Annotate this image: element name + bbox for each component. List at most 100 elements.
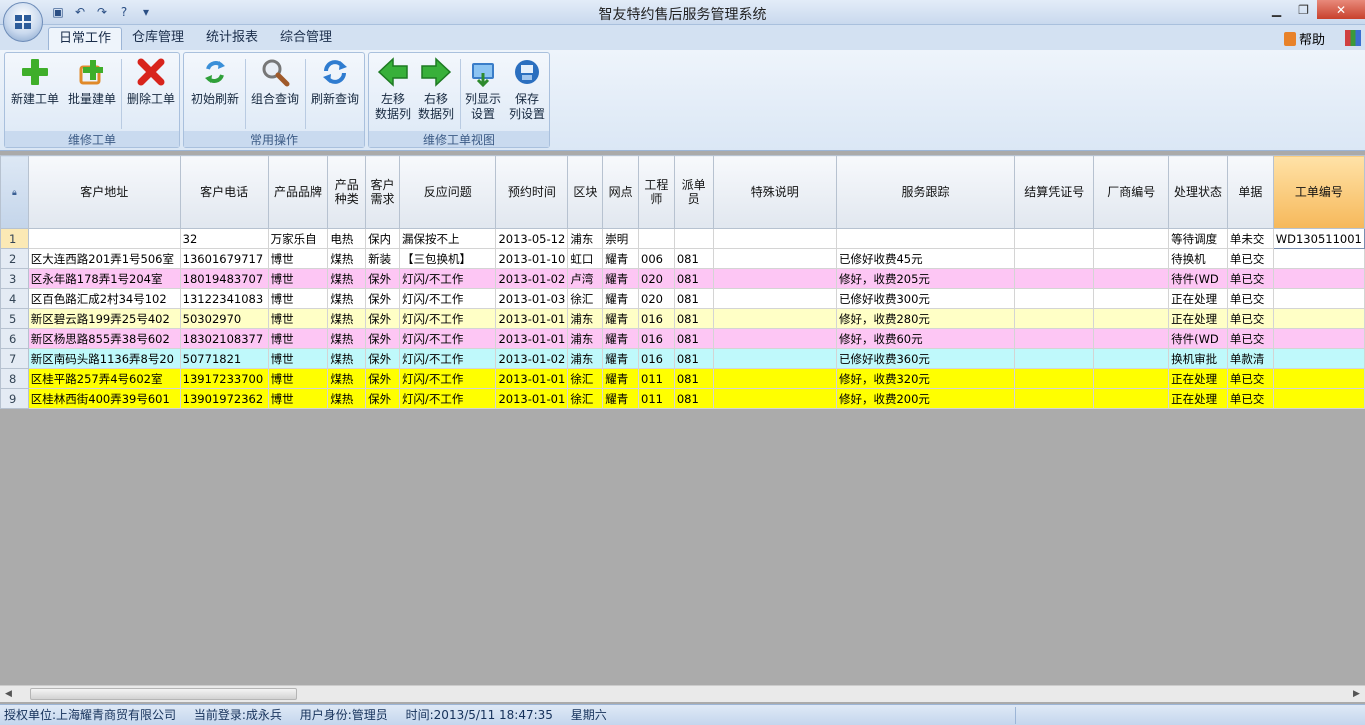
table-cell[interactable]: 13901972362 [179, 388, 269, 409]
row-number[interactable]: 8 [0, 368, 29, 389]
table-cell[interactable]: 011 [638, 388, 675, 409]
table-cell[interactable]: 正在处理 [1168, 368, 1228, 389]
table-cell[interactable]: 单已交 [1226, 388, 1274, 409]
table-cell[interactable]: 待件(WD [1168, 268, 1228, 289]
table-cell[interactable]: 13917233700 [179, 368, 269, 389]
table-cell[interactable]: 50771821 [179, 348, 269, 369]
table-cell[interactable]: 待换机 [1168, 248, 1228, 269]
table-cell[interactable]: 徐汇 [567, 388, 604, 409]
table-cell[interactable]: 修好，收费60元 [835, 328, 1015, 349]
minimize-button[interactable]: ▁ [1263, 0, 1290, 19]
tab-warehouse[interactable]: 仓库管理 [122, 27, 194, 50]
table-cell[interactable]: 020 [638, 288, 675, 309]
table-row[interactable]: 3 区永年路178弄1号204室 18019483707 博世 煤热 保外 灯闪/不工作 20… [0, 268, 1365, 289]
table-cell[interactable]: 18019483707 [179, 268, 269, 289]
style-icon[interactable] [1345, 30, 1361, 46]
table-row[interactable]: 7 新区南码头路1136弄8号20 50771821 博世 煤热 保外 灯闪/不工作 2013… [0, 348, 1365, 369]
table-cell[interactable]: 016 [638, 328, 675, 349]
row-number[interactable]: 4 [0, 288, 29, 309]
table-cell[interactable] [712, 248, 837, 269]
table-cell[interactable]: 煤热 [327, 368, 367, 389]
table-cell[interactable] [1093, 388, 1170, 409]
table-cell[interactable]: 煤热 [327, 388, 367, 409]
table-cell[interactable]: 修好，收费205元 [835, 268, 1015, 289]
table-cell[interactable]: 浦东 [567, 348, 604, 369]
close-button[interactable]: ✕ [1317, 0, 1365, 19]
table-cell[interactable] [712, 348, 837, 369]
table-cell[interactable]: 博世 [267, 368, 329, 389]
table-cell[interactable]: 新区南码头路1136弄8号20 [27, 348, 181, 369]
table-cell[interactable] [1272, 328, 1365, 349]
table-cell[interactable]: 漏保按不上 [398, 228, 497, 249]
table-cell[interactable]: 耀青 [602, 288, 640, 309]
table-row[interactable]: 8 区桂平路257弄4号602室 13917233700 博世 煤热 保外 灯闪/不工作 20… [0, 368, 1365, 389]
column-header[interactable]: 单据 [1226, 155, 1274, 229]
table-cell[interactable]: 博世 [267, 308, 329, 329]
table-cell[interactable]: 灯闪/不工作 [398, 268, 497, 289]
table-cell[interactable] [1272, 368, 1365, 389]
table-row[interactable]: 5 新区碧云路199弄25号402 50302970 博世 煤热 保外 灯闪/不工作 2013… [0, 308, 1365, 329]
column-header[interactable]: 客户电话 [179, 155, 269, 229]
table-cell[interactable] [712, 328, 837, 349]
table-cell[interactable] [835, 228, 1015, 249]
table-cell[interactable]: 博世 [267, 248, 329, 269]
table-cell[interactable] [712, 368, 837, 389]
maximize-button[interactable]: ❐ [1290, 0, 1317, 19]
table-cell[interactable] [1013, 328, 1095, 349]
table-cell[interactable]: 虹口 [567, 248, 604, 269]
table-cell[interactable]: 博世 [267, 328, 329, 349]
row-number[interactable]: 9 [0, 388, 29, 409]
table-cell[interactable]: 灯闪/不工作 [398, 328, 497, 349]
delete-order-button[interactable]: 删除工单 [123, 55, 179, 107]
table-cell[interactable] [712, 228, 837, 249]
table-cell[interactable] [712, 268, 837, 289]
row-number[interactable]: 3 [0, 268, 29, 289]
table-cell[interactable] [1093, 328, 1170, 349]
table-cell[interactable]: 50302970 [179, 308, 269, 329]
table-cell[interactable]: 单未交 [1226, 228, 1274, 249]
table-cell[interactable]: 单已交 [1226, 368, 1274, 389]
table-cell[interactable]: 081 [673, 308, 714, 329]
table-cell[interactable]: 灯闪/不工作 [398, 308, 497, 329]
table-cell[interactable]: 已修好收费300元 [835, 288, 1015, 309]
table-cell[interactable]: 换机审批 [1168, 348, 1228, 369]
table-cell[interactable]: 单已交 [1226, 268, 1274, 289]
column-header[interactable]: 派单员 [673, 155, 714, 229]
table-cell[interactable]: 2013-01-01 [495, 328, 569, 349]
table-cell[interactable]: 保外 [365, 388, 400, 409]
table-cell[interactable]: 煤热 [327, 268, 367, 289]
table-cell[interactable] [1093, 308, 1170, 329]
table-row[interactable]: 2 区大连西路201弄1号506室 13601679717 博世 煤热 新装 【三包换机】 2… [0, 248, 1365, 269]
table-cell[interactable]: 修好，收费320元 [835, 368, 1015, 389]
table-cell[interactable] [673, 228, 714, 249]
table-cell[interactable]: 保外 [365, 308, 400, 329]
table-cell[interactable]: 保外 [365, 328, 400, 349]
table-cell[interactable]: 电热 [327, 228, 367, 249]
table-cell[interactable]: 区百色路汇成2村34号102 [27, 288, 181, 309]
table-cell[interactable] [1272, 308, 1365, 329]
table-cell[interactable]: 煤热 [327, 248, 367, 269]
table-cell[interactable]: 单款清 [1226, 348, 1274, 369]
table-cell[interactable]: 煤热 [327, 328, 367, 349]
table-cell[interactable] [1013, 268, 1095, 289]
table-cell[interactable]: 修好，收费280元 [835, 308, 1015, 329]
table-cell[interactable]: 016 [638, 308, 675, 329]
table-cell[interactable]: 新区杨思路855弄38号602 [27, 328, 181, 349]
table-cell[interactable]: 耀青 [602, 388, 640, 409]
table-cell[interactable] [638, 228, 675, 249]
select-all-corner[interactable]: 🔒︎ [0, 155, 29, 229]
table-cell[interactable]: 煤热 [327, 288, 367, 309]
table-cell[interactable]: 万家乐自 [267, 228, 329, 249]
row-number[interactable]: 2 [0, 248, 29, 269]
table-cell[interactable]: 区大连西路201弄1号506室 [27, 248, 181, 269]
table-cell[interactable]: 单已交 [1226, 328, 1274, 349]
table-cell[interactable]: 保外 [365, 348, 400, 369]
column-header[interactable]: 特殊说明 [712, 155, 837, 229]
table-cell[interactable]: 单已交 [1226, 248, 1274, 269]
move-column-left-button[interactable]: 左移 数据列 [371, 55, 415, 122]
table-cell[interactable]: 2013-01-10 [495, 248, 569, 269]
table-cell[interactable]: 区桂林西街400弄39号601 [27, 388, 181, 409]
table-cell[interactable]: 081 [673, 248, 714, 269]
table-cell[interactable]: 浦东 [567, 228, 604, 249]
column-header[interactable]: 产品品牌 [267, 155, 329, 229]
